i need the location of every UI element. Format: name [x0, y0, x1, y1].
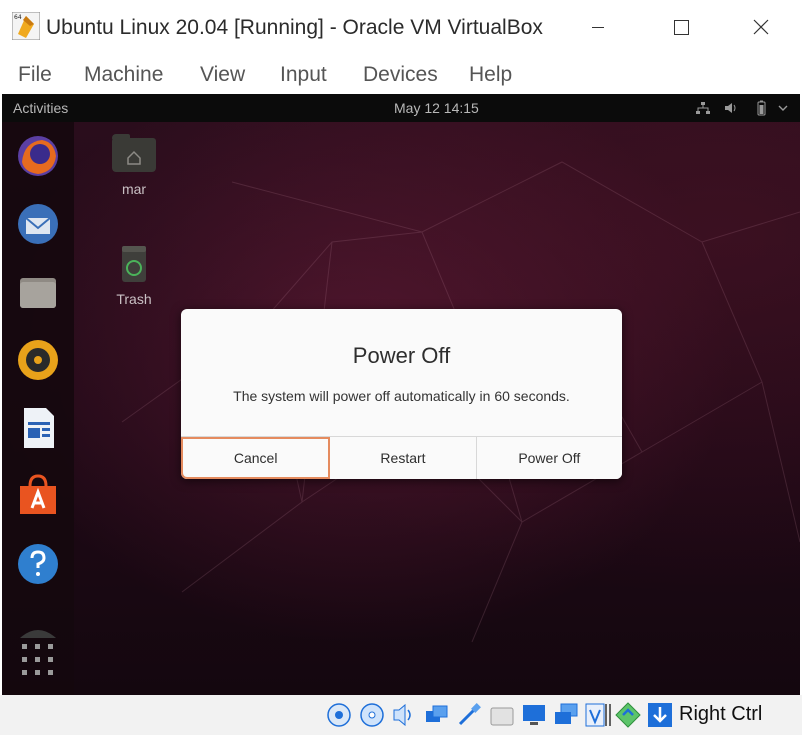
menu-input[interactable]: Input	[280, 63, 327, 87]
restart-button[interactable]: Restart	[330, 437, 477, 479]
virtualbox-app-icon: 64	[12, 12, 40, 40]
desktop-icon-label: mar	[121, 181, 147, 197]
desktop-home-folder[interactable]: mar	[104, 134, 164, 197]
firefox-icon[interactable]	[14, 132, 62, 180]
mouse-integration-icon[interactable]	[615, 702, 641, 728]
menu-file[interactable]: File	[18, 63, 52, 87]
virtualbox-statusbar: Right Ctrl	[0, 695, 802, 735]
usb-icon[interactable]	[456, 702, 482, 728]
display-icon[interactable]	[521, 702, 547, 728]
menu-machine[interactable]: Machine	[84, 63, 163, 87]
host-key-label: Right Ctrl	[679, 703, 763, 725]
libreoffice-writer-icon[interactable]	[14, 404, 62, 452]
menu-view[interactable]: View	[200, 63, 245, 87]
ubuntu-software-icon[interactable]	[14, 472, 62, 520]
close-button[interactable]	[746, 14, 776, 42]
thunderbird-icon[interactable]	[14, 200, 62, 248]
clock[interactable]: May 12 14:15	[394, 100, 479, 116]
window-titlebar[interactable]: 64 Ubuntu Linux 20.04 [Running] - Oracle…	[0, 0, 802, 56]
host-key-capture-icon[interactable]	[647, 702, 673, 728]
dialog-message: The system will power off automatically …	[233, 388, 570, 404]
menu-help[interactable]: Help	[469, 63, 512, 87]
window-title: Ubuntu Linux 20.04 [Running] - Oracle VM…	[46, 16, 543, 39]
desktop-icon-label: Trash	[116, 291, 152, 307]
ubuntu-dock	[2, 122, 74, 695]
dialog-button-row: Cancel Restart Power Off	[181, 436, 622, 479]
gnome-topbar: Activities May 12 14:15	[2, 94, 800, 122]
network-adapter-icon[interactable]	[424, 702, 450, 728]
video-capture-icon[interactable]	[553, 702, 579, 728]
cancel-button[interactable]: Cancel	[181, 437, 331, 479]
hard-disk-icon[interactable]	[326, 702, 352, 728]
desktop-trash[interactable]: Trash	[104, 244, 164, 307]
minimize-button[interactable]	[584, 14, 614, 42]
vm-display[interactable]: Activities May 12 14:15 mar Trash Power …	[2, 94, 800, 695]
system-menu-arrow-icon[interactable]	[774, 99, 792, 117]
show-applications-icon[interactable]	[14, 636, 62, 684]
rhythmbox-icon[interactable]	[14, 336, 62, 384]
files-icon[interactable]	[14, 268, 62, 316]
home-folder-icon	[112, 134, 156, 172]
help-icon[interactable]	[14, 540, 62, 588]
maximize-button[interactable]	[666, 14, 696, 42]
trash-icon	[122, 246, 146, 282]
network-icon[interactable]	[694, 99, 712, 117]
close-icon	[753, 19, 769, 35]
activities-button[interactable]: Activities	[13, 100, 68, 116]
separator-icon	[605, 704, 611, 726]
volume-icon[interactable]	[722, 99, 740, 117]
battery-icon[interactable]	[752, 99, 770, 117]
shared-folders-icon[interactable]	[489, 702, 515, 728]
optical-drive-icon[interactable]	[359, 702, 385, 728]
audio-icon[interactable]	[391, 702, 417, 728]
svg-text:64: 64	[14, 14, 22, 21]
power-off-dialog: Power Off The system will power off auto…	[181, 309, 622, 479]
power-off-button[interactable]: Power Off	[476, 437, 622, 479]
dialog-title: Power Off	[352, 343, 451, 368]
menu-bar: File Machine View Input Devices Help	[0, 56, 802, 94]
menu-devices[interactable]: Devices	[363, 63, 438, 87]
